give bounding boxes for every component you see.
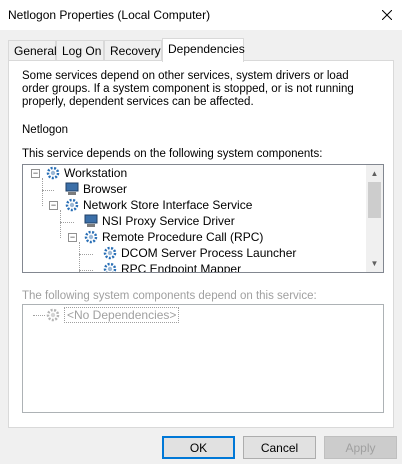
gear-icon: [46, 308, 60, 322]
close-icon: [382, 10, 392, 20]
service-name: Netlogon: [22, 124, 69, 136]
computer-icon: [84, 214, 98, 227]
node-label: Browser: [83, 182, 128, 196]
window-title: Netlogon Properties (Local Computer): [8, 8, 211, 22]
node-label: NSI Proxy Service Driver: [102, 214, 235, 228]
tab-recovery[interactable]: Recovery: [104, 40, 162, 61]
gear-icon: [103, 246, 117, 260]
dependencies-panel: Some services depend on other services, …: [8, 60, 394, 428]
gear-icon: [46, 166, 60, 180]
scroll-up-icon[interactable]: ▲: [366, 165, 383, 182]
dependents-label: The following system components depend o…: [22, 290, 317, 302]
scroll-down-icon[interactable]: ▼: [366, 255, 383, 272]
tab-label: Dependencies: [168, 42, 245, 56]
node-label: Remote Procedure Call (RPC): [102, 230, 264, 244]
tree-node-nsi-proxy-service-driver[interactable]: NSI Proxy Service Driver: [83, 213, 235, 229]
gear-icon: [84, 230, 98, 244]
tree-node-workstation[interactable]: Workstation: [45, 165, 127, 181]
tab-label: General: [14, 44, 57, 58]
tab-dependencies[interactable]: Dependencies: [162, 38, 245, 62]
node-label: RPC Endpoint Mapper: [121, 262, 242, 273]
tab-label: Recovery: [110, 44, 161, 58]
tab-log-on[interactable]: Log On: [56, 40, 104, 61]
tree-node-browser[interactable]: Browser: [64, 181, 127, 197]
tree-node-remote-procedure-call[interactable]: Remote Procedure Call (RPC): [83, 229, 263, 245]
node-label: DCOM Server Process Launcher: [121, 246, 297, 260]
cancel-button[interactable]: Cancel: [243, 436, 316, 459]
tab-general[interactable]: General: [8, 40, 57, 61]
close-button[interactable]: [372, 0, 402, 30]
description-text: Some services depend on other services, …: [22, 70, 354, 108]
scroll-thumb[interactable]: [368, 182, 381, 218]
tab-label: Log On: [62, 44, 102, 58]
tree-node-network-store-interface-service[interactable]: Network Store Interface Service: [64, 197, 252, 213]
node-label: Workstation: [64, 166, 128, 180]
apply-button[interactable]: Apply: [324, 436, 397, 459]
ok-button[interactable]: OK: [162, 436, 235, 459]
depends-on-label: This service depends on the following sy…: [22, 148, 323, 160]
node-label: <No Dependencies>: [64, 307, 180, 323]
collapse-toggle[interactable]: −: [68, 233, 77, 242]
collapse-toggle[interactable]: −: [31, 169, 40, 178]
dependents-tree: <No Dependencies>: [22, 304, 384, 413]
tree-node-dcom-server-process-launcher[interactable]: DCOM Server Process Launcher: [102, 245, 296, 261]
node-label: Network Store Interface Service: [83, 198, 253, 212]
gear-icon: [65, 198, 79, 212]
title-bar: Netlogon Properties (Local Computer): [0, 0, 402, 30]
collapse-toggle[interactable]: −: [49, 201, 58, 210]
depends-on-tree[interactable]: − Workstation Browser − Network Store In…: [22, 164, 384, 273]
computer-icon: [65, 182, 79, 195]
tree-node-no-dependencies: <No Dependencies>: [45, 307, 180, 323]
tree-node-rpc-endpoint-mapper[interactable]: RPC Endpoint Mapper: [102, 261, 242, 273]
gear-icon: [103, 262, 117, 272]
vertical-scrollbar[interactable]: ▲ ▼: [366, 165, 383, 272]
